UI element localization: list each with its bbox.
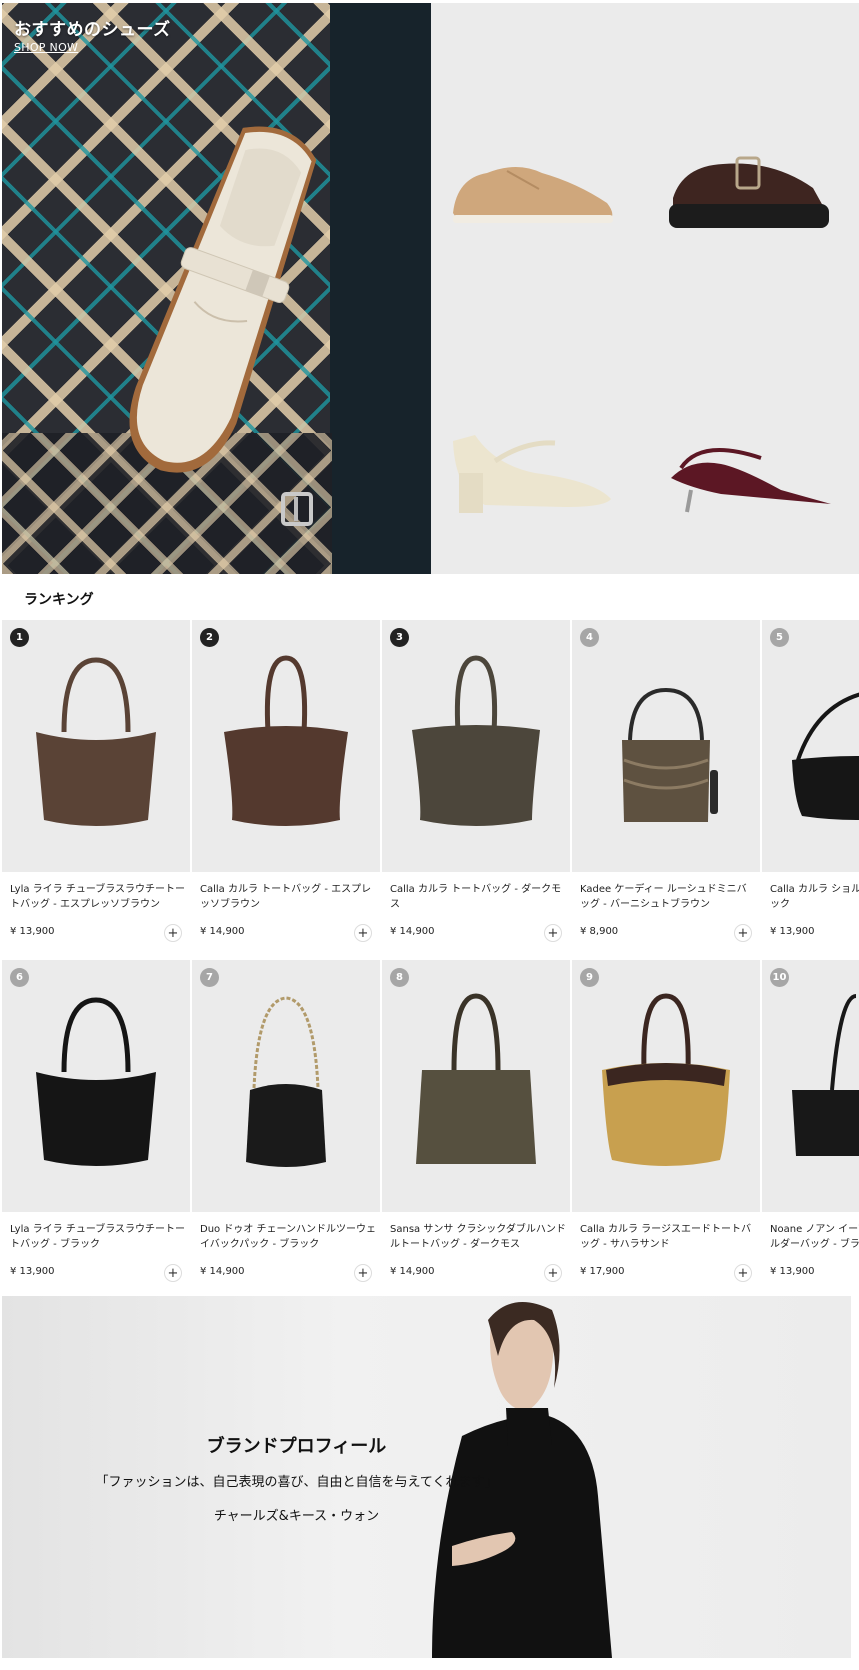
product-card[interactable]: 7 + Duo ドゥオ チェーンハンドルツーウェイバックパック - ブラック ¥… [192, 960, 380, 1290]
add-to-cart-button[interactable]: + [164, 924, 182, 942]
tote-bag-image [36, 657, 156, 826]
rank-badge: 6 [10, 968, 29, 987]
product-image[interactable] [2, 960, 190, 1212]
product-image[interactable] [762, 620, 859, 872]
shop-now-link[interactable]: SHOP NOW [14, 41, 78, 54]
rank-badge: 4 [580, 628, 599, 647]
product-price: ¥ 13,900 [10, 926, 55, 937]
brand-founder-name: チャールズ&キース・ウォン [213, 1509, 380, 1524]
chain-bucket-bag-image [246, 996, 326, 1167]
product-price: ¥ 14,900 [200, 926, 245, 937]
add-to-cart-button[interactable]: + [544, 924, 562, 942]
product-price: ¥ 14,900 [390, 1266, 435, 1277]
product-card[interactable]: 1 + Lyla ライラ チューブラスラウチートートバッグ - エスプレッソブラ… [2, 620, 190, 950]
product-name[interactable]: Duo ドゥオ チェーンハンドルツーウェイバックパック - ブラック [200, 1222, 376, 1252]
shoulder-bag-image [792, 692, 859, 820]
add-to-cart-button[interactable]: + [354, 1264, 372, 1282]
product-card[interactable]: 2 + Calla カルラ トートバッグ - エスプレッソブラウン ¥ 14,9… [192, 620, 380, 950]
product-image[interactable] [2, 620, 190, 872]
product-name[interactable]: Lyla ライラ チューブラスラウチートートバッグ - エスプレッソブラウン [10, 882, 186, 912]
product-card[interactable]: 3 + Calla カルラ トートバッグ - ダークモス ¥ 14,900 [382, 620, 570, 950]
product-card[interactable]: 6 + Lyla ライラ チューブラスラウチートートバッグ - ブラック ¥ 1… [2, 960, 190, 1290]
product-card[interactable]: 8 + Sansa サンサ クラシックダブルハンドルトートバッグ - ダークモス… [382, 960, 570, 1290]
suede-tote-bag-image [602, 993, 730, 1166]
product-price: ¥ 13,900 [770, 926, 815, 937]
product-image[interactable] [572, 620, 760, 872]
product-name[interactable]: Calla カルラ ショルダーバッグ - ブラック [770, 882, 859, 912]
tote-bag-image [224, 655, 348, 826]
product-name[interactable]: Kadee ケーディー ルーシュドミニバッグ - バーニシュトブラウン [580, 882, 756, 912]
add-to-cart-button[interactable]: + [354, 924, 372, 942]
add-to-cart-button[interactable]: + [164, 1264, 182, 1282]
product-card[interactable]: 9 + Calla カルラ ラージスエードトートバッグ - サハラサンド ¥ 1… [572, 960, 760, 1290]
product-image[interactable] [382, 620, 570, 872]
ruched-bag-image [622, 687, 718, 822]
featured-shoes-photo[interactable]: おすすめのシューズ SHOP NOW [2, 3, 431, 574]
rank-badge: 10 [770, 968, 789, 987]
product-image[interactable] [572, 960, 760, 1212]
product-name[interactable]: Noane ノアン イーブンハンドルショルダーバッグ - ブラック [770, 1222, 859, 1252]
rank-badge: 8 [390, 968, 409, 987]
double-handle-tote-image [416, 993, 536, 1164]
brand-profile-banner[interactable]: ブランドプロフィール 「ファッションは、自己表現の喜び、自由と自信を与えてくれま… [2, 1296, 851, 1658]
brand-profile-title: ブランドプロフィール [206, 1436, 387, 1457]
rank-badge: 2 [200, 628, 219, 647]
rank-badge: 1 [10, 628, 29, 647]
tote-bag-image [36, 997, 156, 1166]
featured-shoes-title: おすすめのシューズ [14, 20, 171, 40]
product-image[interactable] [382, 960, 570, 1212]
add-to-cart-button[interactable]: + [734, 924, 752, 942]
brand-quote: 「ファッションは、自己表現の喜び、自由と自信を与えてくれます」 [95, 1475, 498, 1490]
product-price: ¥ 13,900 [10, 1266, 55, 1277]
chunky-mary-jane-image [669, 156, 829, 228]
product-image[interactable] [762, 960, 859, 1212]
add-to-cart-button[interactable]: + [734, 1264, 752, 1282]
suede-sneaker-image [453, 167, 613, 223]
shoulder-bag-image [792, 994, 859, 1156]
shoe-collage[interactable] [431, 3, 859, 574]
product-card[interactable]: 4 + Kadee ケーディー ルーシュドミニバッグ - バーニシュトブラウン … [572, 620, 760, 950]
rank-badge: 3 [390, 628, 409, 647]
product-name[interactable]: Calla カルラ トートバッグ - ダークモス [390, 882, 566, 912]
product-price: ¥ 14,900 [390, 926, 435, 937]
product-name[interactable]: Calla カルラ ラージスエードトートバッグ - サハラサンド [580, 1222, 756, 1252]
belt-buckle-image [281, 492, 313, 526]
product-card[interactable]: 5 Calla カルラ ショルダーバッグ - ブラック ¥ 13,900 [762, 620, 859, 950]
product-price: ¥ 14,900 [200, 1266, 245, 1277]
rank-badge: 9 [580, 968, 599, 987]
product-price: ¥ 8,900 [580, 926, 619, 937]
rank-badge: 5 [770, 628, 789, 647]
product-card[interactable]: 10 Noane ノアン イーブンハンドルショルダーバッグ - ブラック ¥ 1… [762, 960, 859, 1290]
rank-badge: 7 [200, 968, 219, 987]
add-to-cart-button[interactable]: + [544, 1264, 562, 1282]
burgundy-slingback-image [671, 448, 831, 513]
product-name[interactable]: Sansa サンサ クラシックダブルハンドルトートバッグ - ダークモス [390, 1222, 566, 1252]
mary-jane-sneaker-image [129, 126, 317, 473]
tote-bag-image [412, 655, 540, 826]
ranking-title: ランキング [24, 592, 94, 608]
featured-shoes-banner[interactable]: おすすめのシューズ SHOP NOW [2, 3, 859, 574]
product-price: ¥ 13,900 [770, 1266, 815, 1277]
cream-heel-mary-jane-image [453, 435, 611, 513]
product-name[interactable]: Calla カルラ トートバッグ - エスプレッソブラウン [200, 882, 376, 912]
product-image[interactable] [192, 620, 380, 872]
product-name[interactable]: Lyla ライラ チューブラスラウチートートバッグ - ブラック [10, 1222, 186, 1252]
product-image[interactable] [192, 960, 380, 1212]
product-price: ¥ 17,900 [580, 1266, 625, 1277]
